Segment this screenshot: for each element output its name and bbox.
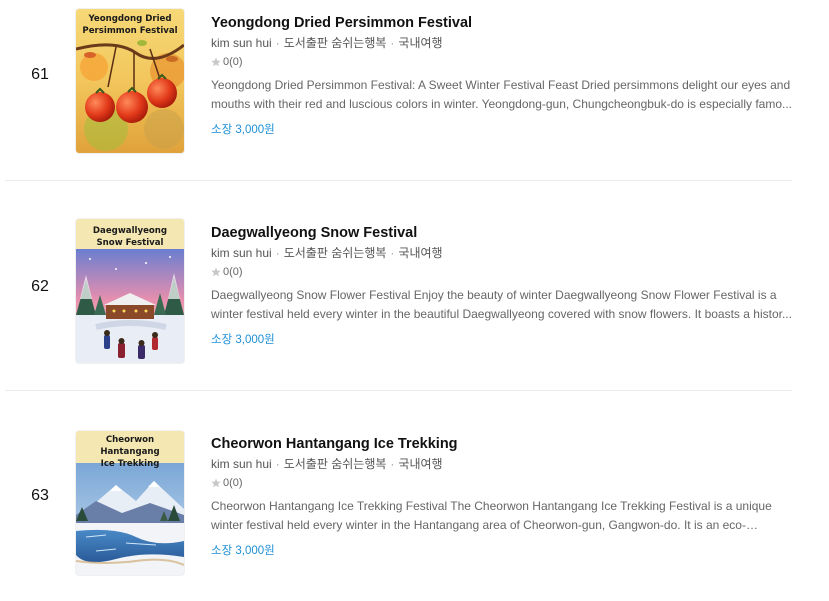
book-meta: kim sun hui · 도서출판 숨쉬는행복 · 국내여행 [211, 454, 796, 474]
rating: 0(0) [211, 53, 796, 71]
book-title[interactable]: Daegwallyeong Snow Festival [211, 223, 796, 243]
book-title[interactable]: Cheorwon Hantangang Ice Trekking [211, 434, 796, 454]
list-item[interactable]: 63 Cheorwon Hantangang Ice Trekking Cheo… [0, 421, 829, 601]
meta-separator: · [390, 457, 395, 471]
list-item[interactable]: 62 Daegwallyeong Snow Festival Daegwally… [0, 210, 829, 390]
book-cover[interactable]: Yeongdong Dried Persimmon Festival [76, 9, 184, 153]
book-title[interactable]: Yeongdong Dried Persimmon Festival [211, 13, 796, 33]
star-icon [211, 57, 221, 67]
category-link[interactable]: 국내여행 [398, 246, 442, 260]
rating-value: 0(0) [223, 266, 243, 278]
book-meta: kim sun hui · 도서출판 숨쉬는행복 · 국내여행 [211, 33, 796, 53]
price-label[interactable]: 소장 3,000원 [211, 122, 796, 138]
rating: 0(0) [211, 474, 796, 492]
rating: 0(0) [211, 263, 796, 281]
divider [5, 390, 792, 391]
meta-separator: · [275, 36, 280, 50]
rating-value: 0(0) [223, 56, 243, 68]
category-link[interactable]: 국내여행 [398, 36, 442, 50]
publisher-link[interactable]: 도서출판 숨쉬는행복 [284, 246, 387, 260]
author-link[interactable]: kim sun hui [211, 457, 272, 471]
book-info: Cheorwon Hantangang Ice Trekking kim sun… [211, 434, 796, 559]
publisher-link[interactable]: 도서출판 숨쉬는행복 [284, 457, 387, 471]
star-icon [211, 267, 221, 277]
rank-number: 61 [31, 66, 49, 83]
rating-value: 0(0) [223, 477, 243, 489]
author-link[interactable]: kim sun hui [211, 36, 272, 50]
meta-separator: · [275, 246, 280, 260]
category-link[interactable]: 국내여행 [398, 457, 442, 471]
meta-separator: · [390, 36, 395, 50]
list-item[interactable]: 61 Yeongdong Dried Persimmon Festival Ye… [0, 0, 829, 180]
rank-number: 62 [31, 278, 49, 295]
book-description: Cheorwon Hantangang Ice Trekking Festiva… [211, 499, 772, 532]
cover-title: Daegwallyeong Snow Festival [92, 226, 168, 248]
meta-separator: · [275, 457, 280, 471]
book-info: Yeongdong Dried Persimmon Festival kim s… [211, 13, 796, 138]
divider [5, 180, 792, 181]
rank-number: 63 [31, 487, 49, 504]
price-label[interactable]: 소장 3,000원 [211, 543, 796, 559]
book-cover[interactable]: Daegwallyeong Snow Festival [76, 219, 184, 363]
book-info: Daegwallyeong Snow Festival kim sun hui ·… [211, 223, 796, 348]
book-list: 61 Yeongdong Dried Persimmon Festival Ye… [0, 0, 829, 601]
book-description: Yeongdong Dried Persimmon Festival: A Sw… [211, 78, 793, 111]
book-description: Daegwallyeong Snow Flower Festival Enjoy… [211, 288, 792, 321]
book-meta: kim sun hui · 도서출판 숨쉬는행복 · 국내여행 [211, 243, 796, 263]
star-icon [211, 478, 221, 488]
meta-separator: · [390, 246, 395, 260]
book-cover[interactable]: Cheorwon Hantangang Ice Trekking [76, 431, 184, 575]
author-link[interactable]: kim sun hui [211, 246, 272, 260]
cover-title: Cheorwon Hantangang Ice Trekking [100, 435, 160, 469]
price-label[interactable]: 소장 3,000원 [211, 332, 796, 348]
cover-title: Yeongdong Dried Persimmon Festival [82, 14, 178, 36]
publisher-link[interactable]: 도서출판 숨쉬는행복 [284, 36, 387, 50]
